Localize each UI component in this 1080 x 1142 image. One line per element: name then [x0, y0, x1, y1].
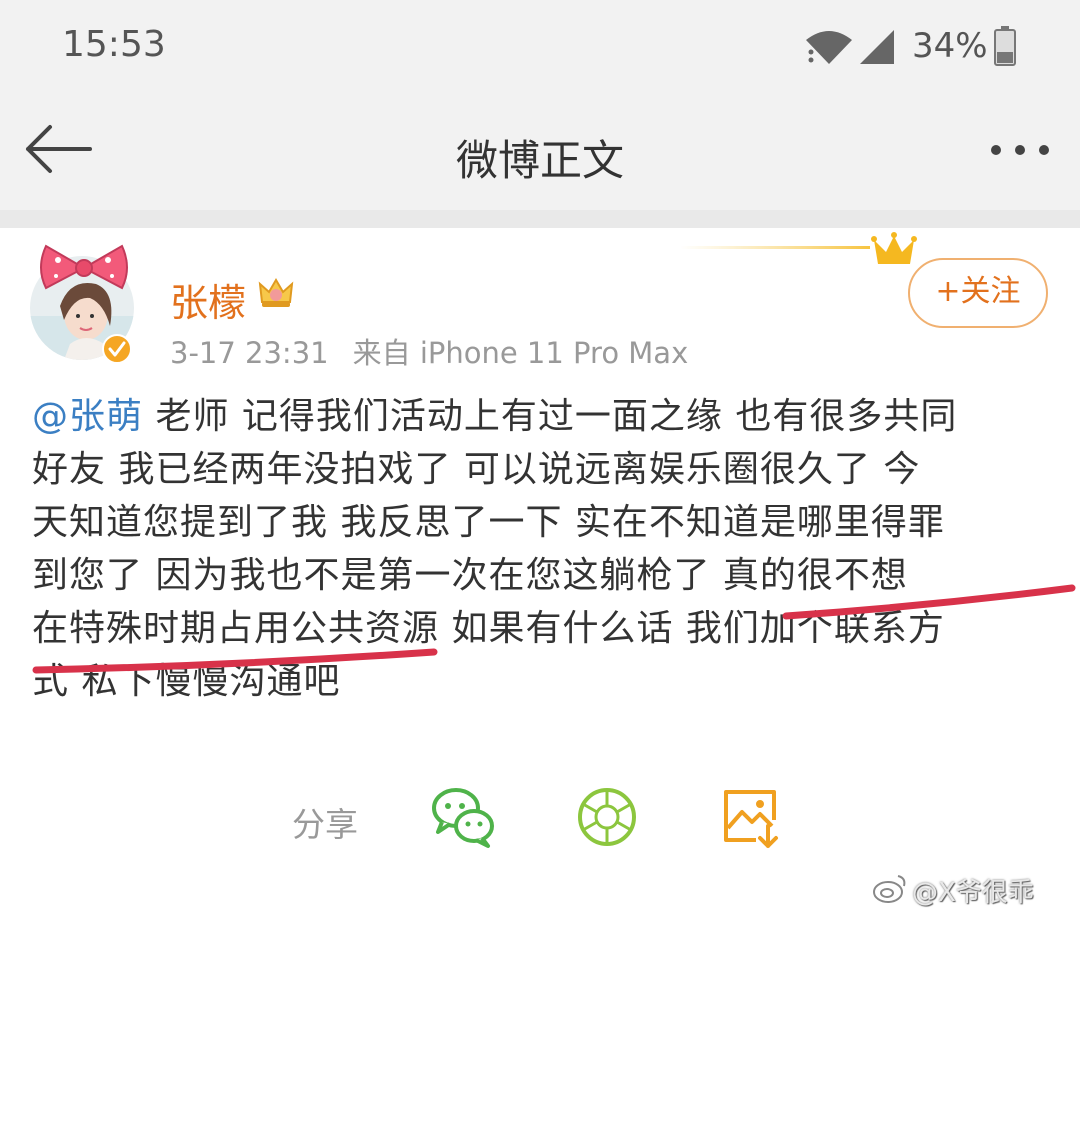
wechat-icon[interactable]: [430, 784, 496, 850]
post-timestamp: 3-17 23:31: [170, 336, 329, 370]
moments-icon[interactable]: [574, 784, 640, 850]
battery-percent: 34%: [912, 26, 988, 66]
save-image-icon[interactable]: [718, 784, 784, 850]
post-text-line: 在特殊时期占用公共资源 如果有什么话 我们加个联系方: [32, 608, 945, 649]
post-text-line: 式 私下慢慢沟通吧: [32, 661, 341, 702]
post-text-line: 到您了 因为我也不是第一次在您这躺枪了 真的很不想: [32, 555, 908, 596]
status-time: 15:53: [62, 24, 166, 65]
more-dots-icon[interactable]: [984, 135, 1064, 165]
follow-button[interactable]: +关注: [908, 258, 1048, 328]
status-bar: 15:53 34%: [0, 0, 1080, 95]
share-label: 分享: [292, 805, 358, 844]
weibo-watermark-icon: [873, 875, 906, 903]
post-text-line: 天知道您提到了我 我反思了一下 实在不知道是哪里得罪: [32, 502, 945, 543]
mention-link[interactable]: @张萌: [32, 396, 143, 437]
post-text-line: 老师 记得我们活动上有过一面之缘 也有很多共同: [143, 396, 958, 437]
post-content: @张萌 老师 记得我们活动上有过一面之缘 也有很多共同 好友 我已经两年没拍戏了…: [32, 390, 1042, 708]
crown-decoration: [680, 232, 917, 264]
post-text-line: 好友 我已经两年没拍戏了 可以说远离娱乐圈很久了 今: [32, 449, 921, 490]
watermark-text: @X爷很乖: [912, 878, 1034, 908]
vip-crown-icon: [258, 278, 294, 307]
author-name[interactable]: 张檬: [170, 272, 246, 327]
battery-icon: [994, 26, 1016, 66]
bow-decoration-icon: [40, 244, 128, 290]
nav-bar: 微博正文: [0, 95, 1080, 210]
verified-badge-icon: [102, 334, 132, 364]
post-card: 张檬 3-17 23:31 来自 iPhone 11 Pro Max +关注 @张…: [0, 228, 1080, 914]
page-title: 微博正文: [455, 136, 624, 185]
wifi-icon: [806, 31, 852, 64]
cellular-signal-icon: [860, 30, 894, 64]
post-source: 来自 iPhone 11 Pro Max: [352, 336, 689, 370]
post-meta: 3-17 23:31 来自 iPhone 11 Pro Max: [170, 330, 688, 372]
section-divider: [0, 210, 1080, 228]
